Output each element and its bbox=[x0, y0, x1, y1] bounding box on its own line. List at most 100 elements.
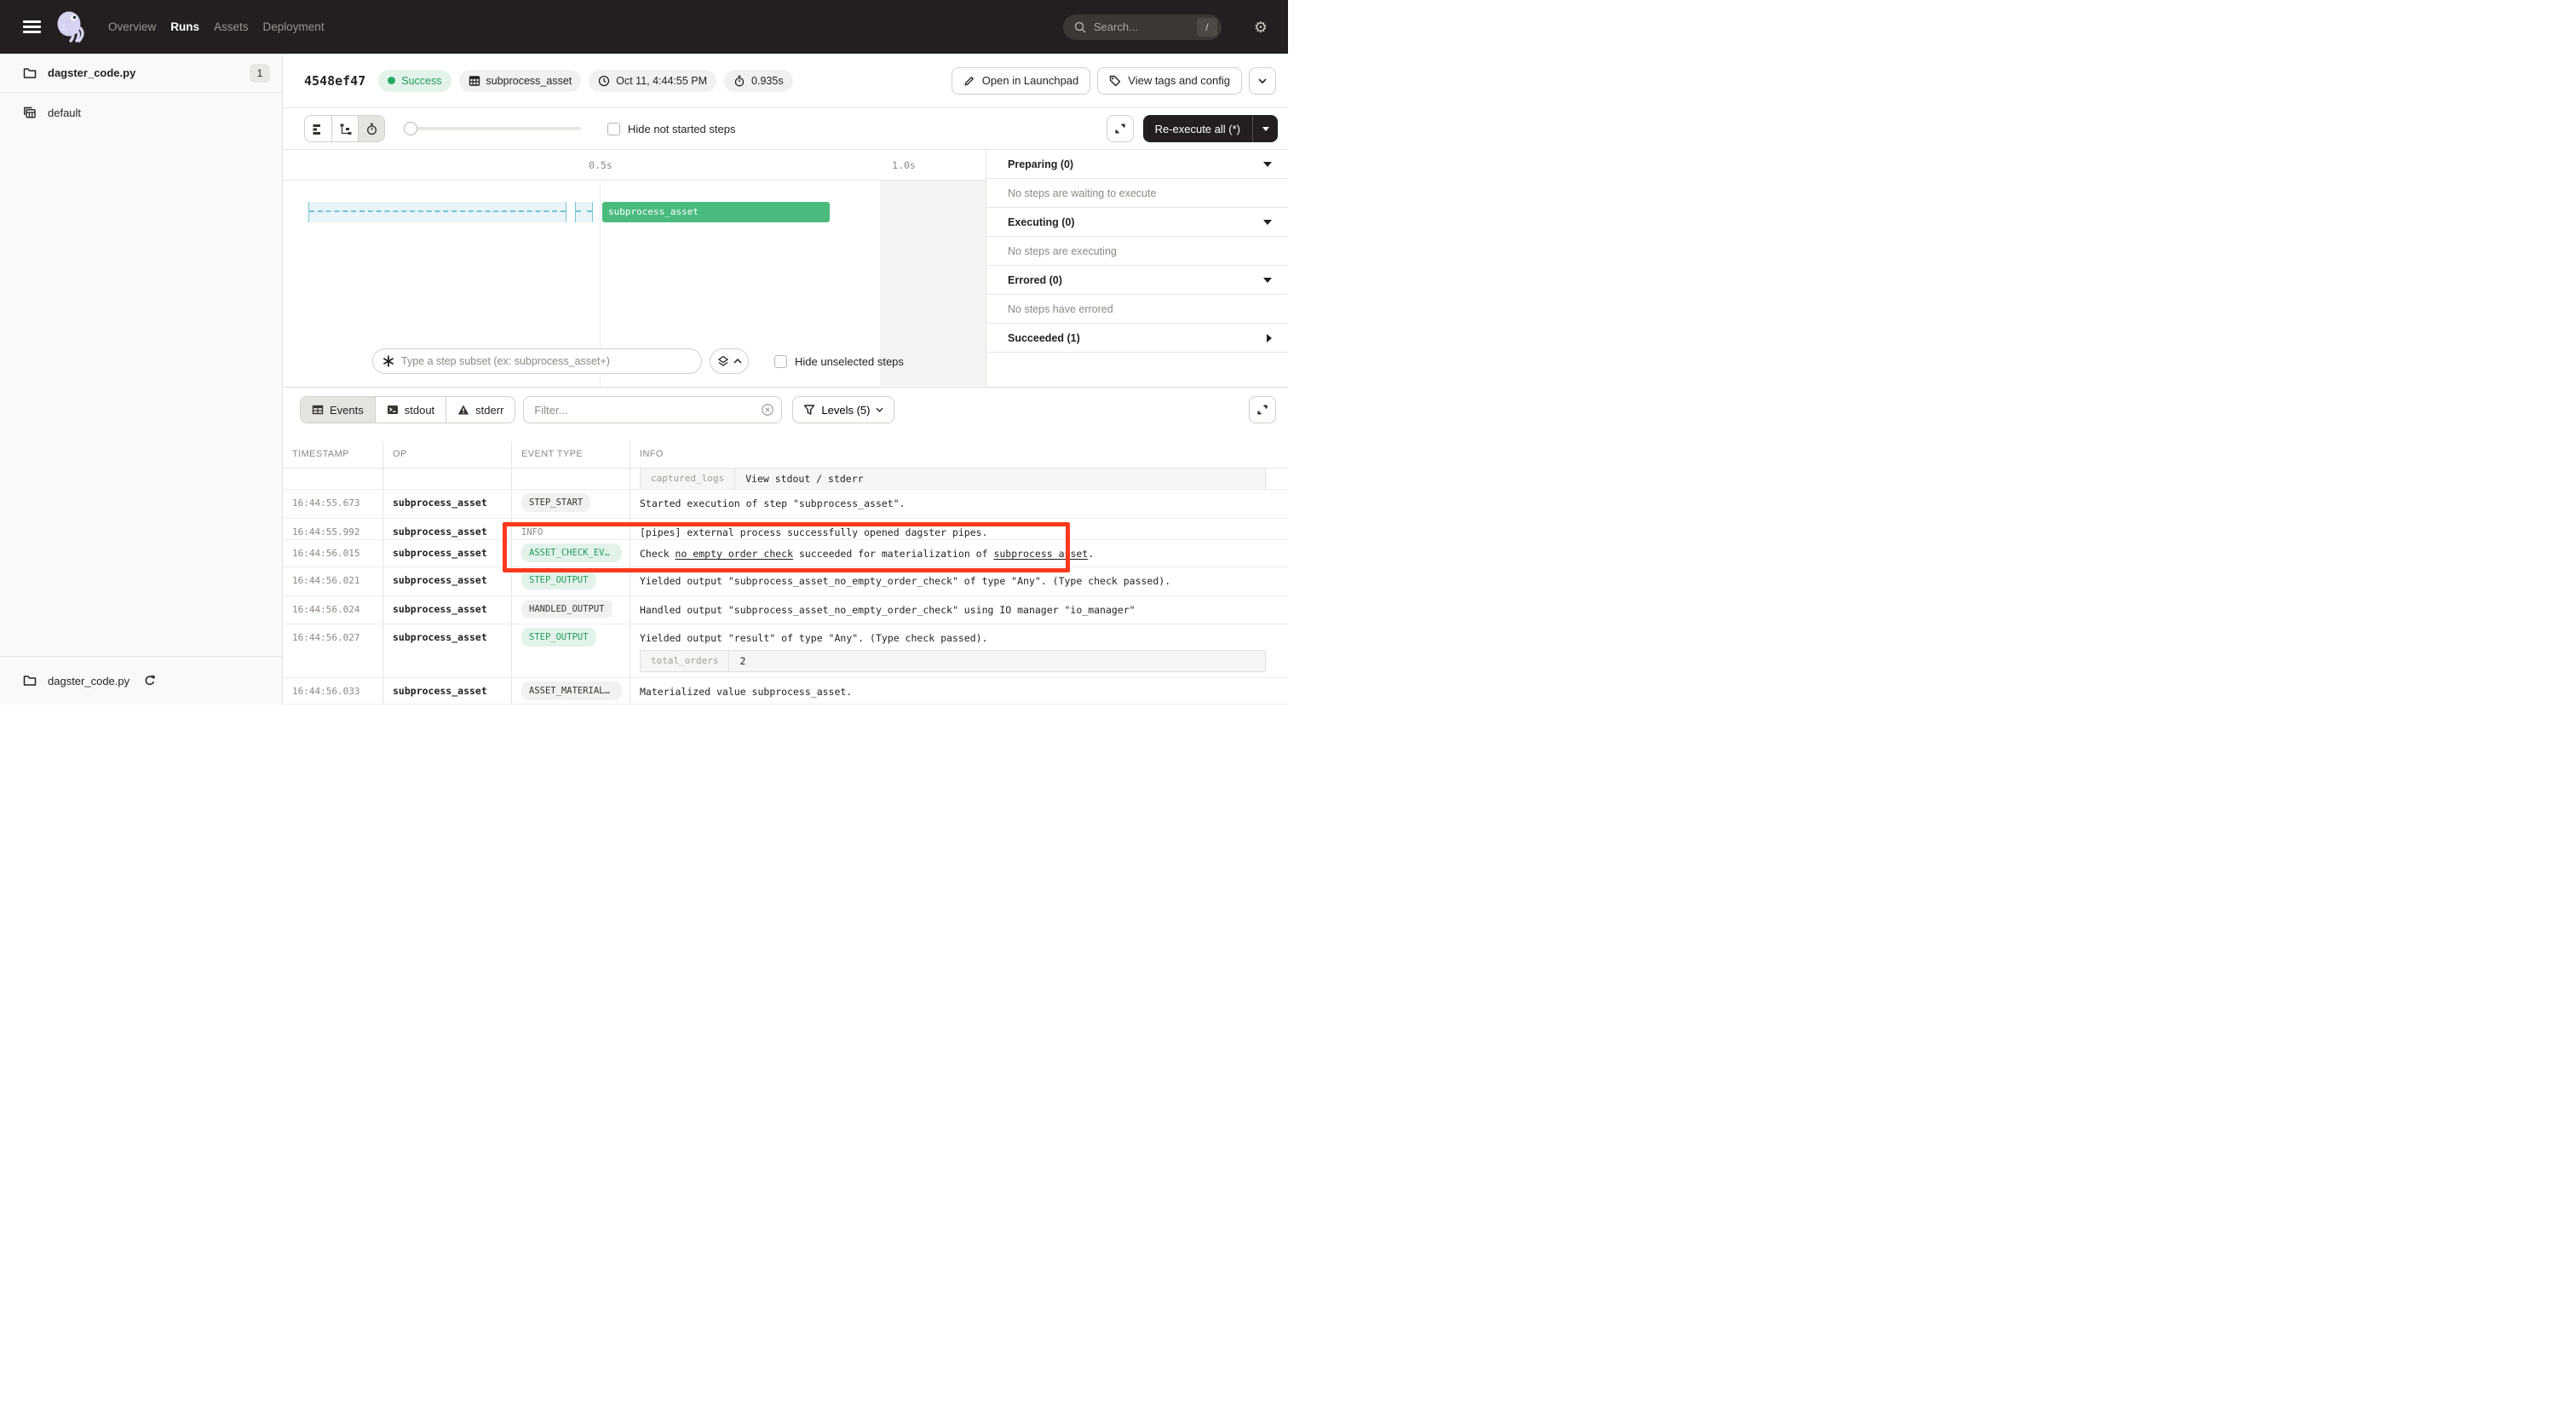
log-table-row[interactable]: 16:44:56.015subprocess_assetASSET_CHECK_… bbox=[283, 540, 1288, 567]
search-input[interactable] bbox=[1094, 20, 1197, 33]
view-mode-flat-icon[interactable] bbox=[305, 116, 331, 141]
slider-knob[interactable] bbox=[404, 122, 417, 135]
top-nav: Overview Runs Assets Deployment / ⚙ bbox=[0, 0, 1288, 54]
nav-item-overview[interactable]: Overview bbox=[108, 20, 156, 33]
column-header: TIMESTAMP bbox=[283, 441, 383, 468]
status-section-succeeded[interactable]: Succeeded (1) bbox=[986, 324, 1288, 353]
sidebar-item-default[interactable]: default bbox=[0, 93, 282, 132]
log-link[interactable]: no_empty_order_check bbox=[676, 548, 793, 560]
view-tags-config-button[interactable]: View tags and config bbox=[1097, 67, 1242, 95]
column-header: OP bbox=[383, 441, 512, 468]
log-table-row[interactable]: 16:44:55.673subprocess_assetSTEP_STARTSt… bbox=[283, 490, 1288, 519]
sidebar-footer: dagster_code.py bbox=[0, 656, 282, 704]
reexecute-dropdown-button[interactable] bbox=[1252, 115, 1278, 142]
log-info-fragment: succeeded for materialization of bbox=[793, 548, 993, 560]
log-op bbox=[383, 469, 512, 490]
folder-icon bbox=[23, 66, 37, 80]
gantt-zoom-slider[interactable] bbox=[404, 122, 581, 135]
nav-item-runs[interactable]: Runs bbox=[170, 20, 199, 33]
asset-tag[interactable]: subprocess_asset bbox=[459, 70, 582, 92]
column-header: INFO bbox=[630, 441, 1288, 468]
log-timestamp bbox=[283, 469, 383, 490]
triangle-right-icon bbox=[1267, 334, 1272, 342]
log-table-row[interactable]: captured_logsView stdout / stderr bbox=[283, 469, 1288, 490]
search-icon bbox=[1073, 20, 1087, 34]
run-header-more-button[interactable] bbox=[1249, 67, 1276, 95]
log-info: Materialized value subprocess_asset. bbox=[630, 678, 1288, 704]
view-mode-waterfall-icon[interactable] bbox=[331, 116, 358, 141]
chevron-down-icon bbox=[876, 407, 883, 412]
table-grid-icon bbox=[469, 75, 480, 87]
metadata-key: total_orders bbox=[641, 651, 729, 671]
view-mode-timed-icon[interactable] bbox=[358, 116, 384, 141]
log-table-row[interactable]: 16:44:56.021subprocess_assetSTEP_OUTPUTY… bbox=[283, 567, 1288, 596]
hide-not-started-checkbox[interactable] bbox=[607, 123, 620, 135]
time-tick: 0.5s bbox=[589, 159, 612, 171]
status-section-title: Preparing (0) bbox=[1008, 158, 1073, 170]
log-timestamp: 16:44:56.033 bbox=[283, 678, 383, 704]
expand-icon bbox=[1256, 403, 1269, 417]
log-section: Events stdout stderr Levels (5) bbox=[283, 387, 1288, 704]
log-op: subprocess_asset bbox=[383, 567, 512, 595]
op-selector-icon bbox=[382, 354, 395, 368]
gear-icon[interactable]: ⚙ bbox=[1254, 20, 1268, 35]
metadata-value[interactable]: View stdout / stderr bbox=[735, 469, 1265, 489]
log-info: captured_logsView stdout / stderr bbox=[630, 469, 1288, 490]
step-subset-input[interactable] bbox=[372, 348, 702, 374]
metadata-table: total_orders2 bbox=[640, 650, 1266, 672]
triangle-down-icon bbox=[1263, 162, 1272, 167]
log-info-text: Materialized value subprocess_asset. bbox=[640, 686, 1279, 698]
caret-down-icon bbox=[1262, 127, 1269, 131]
hide-unselected-checkbox[interactable] bbox=[774, 355, 787, 368]
gantt-fullscreen-button[interactable] bbox=[1107, 115, 1134, 142]
gantt-step-bar[interactable]: subprocess_asset bbox=[602, 202, 830, 222]
log-info: Check no_empty_order_check succeeded for… bbox=[630, 540, 1288, 566]
step-subset-apply-button[interactable] bbox=[710, 348, 749, 374]
nav-item-deployment[interactable]: Deployment bbox=[263, 20, 325, 33]
hamburger-menu-icon[interactable] bbox=[23, 20, 41, 33]
tab-stderr[interactable]: stderr bbox=[446, 397, 515, 423]
global-search[interactable]: / bbox=[1063, 14, 1222, 40]
log-table-row[interactable]: 16:44:56.024subprocess_assetHANDLED_OUTP… bbox=[283, 596, 1288, 624]
metadata-table: captured_logsView stdout / stderr bbox=[640, 469, 1266, 490]
reexecute-split-button: Re-execute all (*) bbox=[1143, 115, 1278, 142]
sidebar-code-location[interactable]: dagster_code.py 1 bbox=[0, 54, 282, 93]
log-filter-input[interactable] bbox=[523, 396, 782, 423]
clear-filter-icon[interactable] bbox=[761, 403, 774, 417]
status-section-body: No steps have errored bbox=[986, 295, 1288, 324]
folder-icon bbox=[23, 674, 37, 687]
event-type-tag: ASSET_CHECK_EVALUA… bbox=[521, 543, 622, 562]
log-op: subprocess_asset bbox=[383, 519, 512, 539]
log-timestamp: 16:44:56.027 bbox=[283, 624, 383, 677]
dagster-logo-icon[interactable] bbox=[52, 8, 89, 47]
log-table-row[interactable]: 16:44:56.027subprocess_assetSTEP_OUTPUTY… bbox=[283, 624, 1288, 678]
event-type-tag: HANDLED_OUTPUT bbox=[521, 600, 612, 618]
reload-icon[interactable] bbox=[144, 675, 156, 687]
tab-label: stdout bbox=[405, 404, 434, 417]
tab-stdout[interactable]: stdout bbox=[375, 397, 446, 423]
tab-events[interactable]: Events bbox=[301, 397, 375, 423]
waiting-span bbox=[575, 202, 593, 222]
status-section-preparing[interactable]: Preparing (0) bbox=[986, 150, 1288, 179]
log-table-row[interactable]: 16:44:55.992subprocess_assetINFO[pipes] … bbox=[283, 519, 1288, 540]
log-info-text: Check no_empty_order_check succeeded for… bbox=[640, 548, 1279, 560]
status-section-executing[interactable]: Executing (0) bbox=[986, 208, 1288, 237]
hide-not-started-label: Hide not started steps bbox=[628, 123, 735, 135]
open-in-launchpad-button[interactable]: Open in Launchpad bbox=[952, 67, 1090, 95]
log-event-type: STEP_START bbox=[512, 490, 630, 518]
nav-items: Overview Runs Assets Deployment bbox=[108, 20, 325, 33]
reexecute-all-button[interactable]: Re-execute all (*) bbox=[1143, 115, 1252, 142]
log-link[interactable]: subprocess_asset bbox=[993, 548, 1088, 560]
job-label: default bbox=[48, 106, 81, 119]
log-timestamp: 16:44:55.992 bbox=[283, 519, 383, 539]
gantt-toolbar: Hide not started steps Re-execute all (*… bbox=[283, 108, 1288, 150]
log-fullscreen-button[interactable] bbox=[1249, 396, 1276, 423]
log-table-row[interactable]: 16:44:56.033subprocess_assetASSET_MATERI… bbox=[283, 678, 1288, 704]
levels-dropdown[interactable]: Levels (5) bbox=[792, 396, 894, 423]
status-section-errored[interactable]: Errored (0) bbox=[986, 266, 1288, 295]
metadata-key: captured_logs bbox=[641, 469, 735, 489]
nav-item-assets[interactable]: Assets bbox=[214, 20, 249, 33]
log-timestamp: 16:44:55.673 bbox=[283, 490, 383, 518]
log-event-type: HANDLED_OUTPUT bbox=[512, 596, 630, 624]
expand-icon bbox=[1113, 122, 1127, 135]
